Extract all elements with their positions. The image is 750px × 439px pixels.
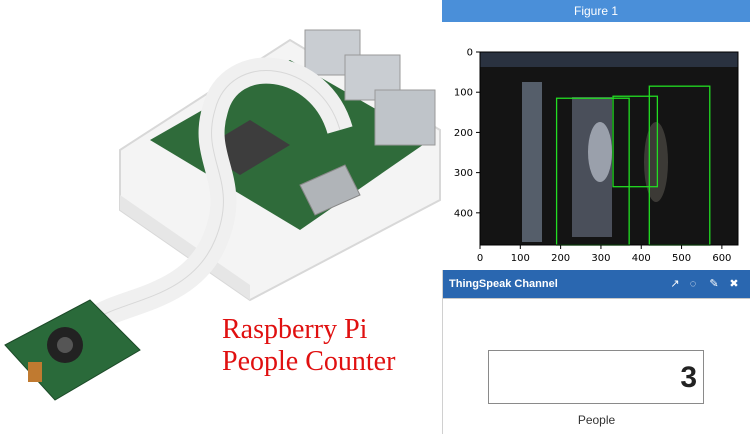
thingspeak-title: ThingSpeak Channel <box>449 278 558 290</box>
y-tick-label: 100 <box>454 88 473 99</box>
caption-line-2: People Counter <box>222 346 396 377</box>
y-tick-label: 300 <box>454 168 473 179</box>
y-tick-label: 0 <box>467 48 473 59</box>
y-axis: 0 100 200 300 400 <box>454 48 480 219</box>
x-tick-label: 100 <box>511 253 530 264</box>
figure-title-bar[interactable]: Figure 1 <box>442 0 750 22</box>
external-link-icon[interactable]: ↗ <box>668 270 682 298</box>
x-tick-label: 400 <box>632 253 651 264</box>
comment-icon[interactable]: ◌ <box>686 270 700 298</box>
caption: Raspberry Pi People Counter <box>222 314 437 378</box>
x-tick-label: 300 <box>591 253 610 264</box>
edit-icon[interactable]: ✎ <box>707 270 721 298</box>
x-tick-label: 600 <box>712 253 731 264</box>
close-icon[interactable]: ✖ <box>727 270 741 298</box>
figure-window: Figure 1 0 100 200 300 400 500 600 0 100 200 300 4… <box>442 0 750 270</box>
detection-plot: 0 100 200 300 400 500 600 0 100 200 300 400 <box>454 48 739 264</box>
y-tick-label: 200 <box>454 128 473 139</box>
header-divider <box>443 298 750 299</box>
people-count-display: 3 <box>488 350 704 404</box>
people-field-label: People <box>577 413 616 427</box>
product-photo-panel: Raspberry Pi People Counter <box>0 0 442 434</box>
thingspeak-widget: ThingSpeak Channel ↗ ◌ ✎ ✖ 3 People <box>442 270 750 434</box>
people-count-value: 3 <box>680 361 697 394</box>
x-axis: 0 100 200 300 400 500 600 <box>477 245 731 264</box>
caption-line-1: Raspberry Pi <box>222 314 368 345</box>
x-tick-label: 0 <box>477 253 483 264</box>
x-tick-label: 200 <box>551 253 570 264</box>
y-tick-label: 400 <box>454 208 473 219</box>
thingspeak-header: ThingSpeak Channel ↗ ◌ ✎ ✖ <box>443 270 750 298</box>
x-tick-label: 500 <box>672 253 691 264</box>
